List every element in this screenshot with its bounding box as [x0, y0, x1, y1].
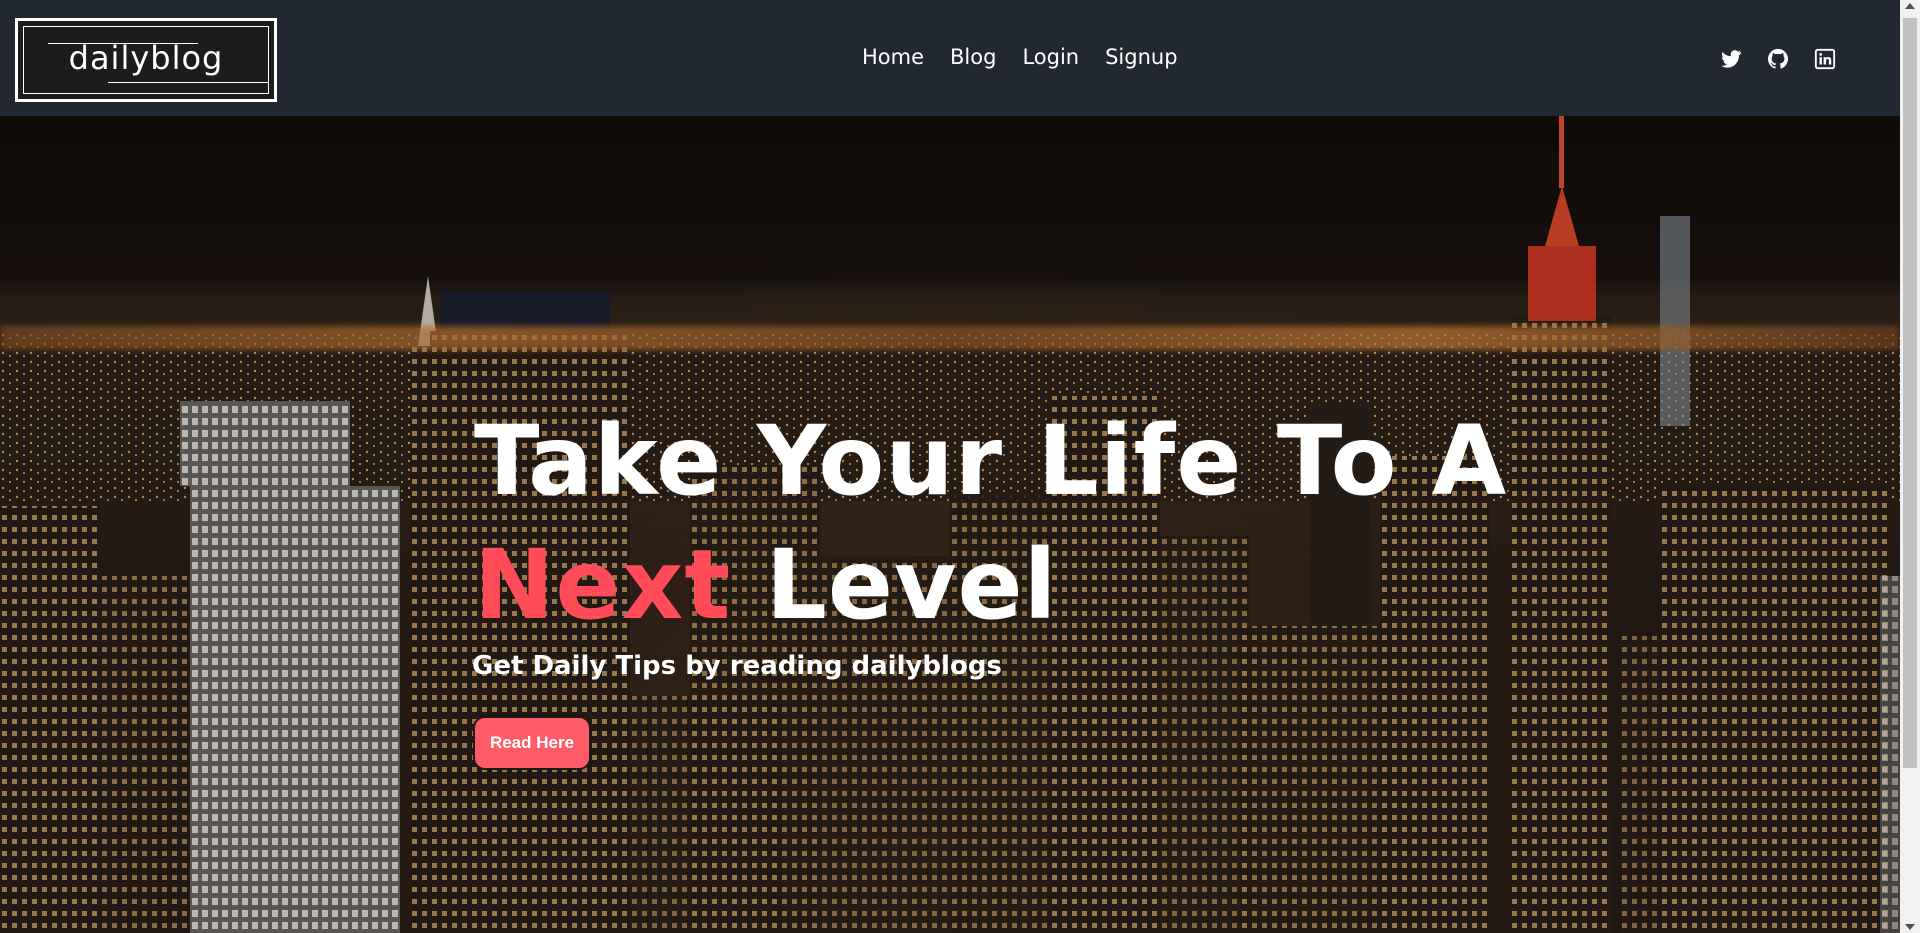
- nav-link-signup[interactable]: Signup: [1105, 45, 1177, 69]
- horizon-glow: [0, 326, 1900, 350]
- scroll-down-arrow-icon[interactable]: [1905, 924, 1915, 930]
- hero-title: Take Your Life To A Next Level: [474, 399, 1507, 647]
- navbar: dailyblog Home Blog Login Signup: [0, 0, 1900, 116]
- twitter-icon[interactable]: [1720, 48, 1742, 70]
- nav-link-home[interactable]: Home: [862, 45, 924, 69]
- site-logo[interactable]: dailyblog: [15, 18, 277, 102]
- github-icon[interactable]: [1767, 48, 1789, 70]
- nav-link-login[interactable]: Login: [1022, 45, 1079, 69]
- read-here-button[interactable]: Read Here: [473, 716, 591, 770]
- hero-title-accent: Next: [474, 529, 732, 641]
- logo-text: dailyblog: [68, 39, 224, 77]
- nav-link-blog[interactable]: Blog: [950, 45, 996, 69]
- logo-line-bottom: [108, 82, 268, 83]
- scrollbar-thumb[interactable]: [1903, 18, 1917, 768]
- hero-section: Take Your Life To A Next Level Get Daily…: [0, 116, 1900, 933]
- linkedin-icon[interactable]: [1814, 48, 1836, 70]
- hero-subtitle: Get Daily Tips by reading dailyblogs: [472, 651, 1002, 681]
- hero-title-line1: Take Your Life To A: [474, 405, 1508, 517]
- page-scrollbar[interactable]: [1900, 0, 1920, 933]
- social-links: [1720, 48, 1836, 70]
- scroll-up-arrow-icon[interactable]: [1905, 3, 1915, 9]
- main-nav: Home Blog Login Signup: [862, 45, 1178, 69]
- hero-title-rest: Level: [765, 529, 1058, 641]
